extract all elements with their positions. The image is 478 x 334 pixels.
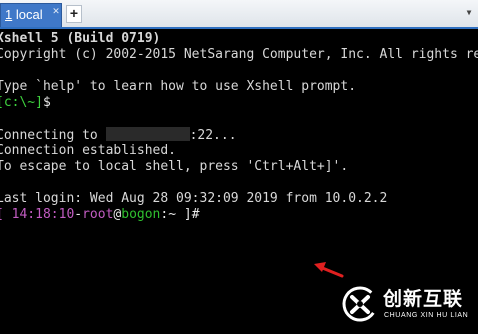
connecting-text: Connecting to — [0, 128, 106, 143]
terminal-line-banner: Xshell 5 (Build 0719) — [0, 31, 161, 46]
brand-logo-icon — [342, 286, 378, 322]
prompt-local-host: [c:\~] — [0, 95, 43, 110]
prompt-symbol: $ — [42, 95, 51, 110]
tab-local[interactable]: 1 local ✕ — [0, 3, 62, 28]
redacted-ip-box — [105, 127, 190, 141]
terminal-line-help: Type `help' to learn how to use Xshell p… — [0, 79, 357, 94]
prompt-host: bogon — [121, 207, 161, 222]
prompt-time: [ 14:18:10 — [0, 207, 75, 222]
connecting-port: :22... — [189, 128, 237, 143]
terminal-line-remote-prompt: [ 14:18:10-root@bogon:~ ]# — [0, 207, 200, 223]
xshell-window: 1 local ✕ + ▼ Xshell 5 (Build 0719) Copy… — [0, 0, 478, 334]
prompt-hash: # — [191, 207, 200, 222]
terminal-line-escape: To escape to local shell, press 'Ctrl+Al… — [0, 159, 349, 174]
red-arrow-icon — [314, 262, 344, 278]
terminal-line-last-login: Last login: Wed Aug 28 09:32:09 2019 fro… — [0, 191, 388, 206]
prompt-dash: - — [74, 207, 83, 222]
terminal-line-local-prompt: [c:\~]$ — [0, 95, 51, 111]
prompt-user: root — [82, 207, 114, 222]
prompt-path: ~ ] — [168, 207, 192, 222]
terminal-line-established: Connection established. — [0, 143, 177, 158]
watermark-title: 创新互联 — [383, 288, 464, 310]
add-tab-button[interactable]: + — [66, 5, 82, 23]
watermark-subtitle: CHUANG XIN HU LIAN — [384, 312, 469, 319]
tab-label: 1 local — [5, 7, 43, 22]
terminal-line-copyright: Copyright (c) 2002-2015 NetSarang Comput… — [0, 47, 478, 62]
terminal-line-connecting: Connecting to :22... — [0, 127, 237, 143]
tab-close-icon[interactable]: ✕ — [51, 6, 61, 16]
watermark: 创新互联 CHUANG XIN HU LIAN — [341, 285, 478, 329]
tab-list-dropdown-icon[interactable]: ▼ — [464, 7, 474, 19]
session-tab-bar: 1 local ✕ + ▼ — [0, 0, 478, 29]
